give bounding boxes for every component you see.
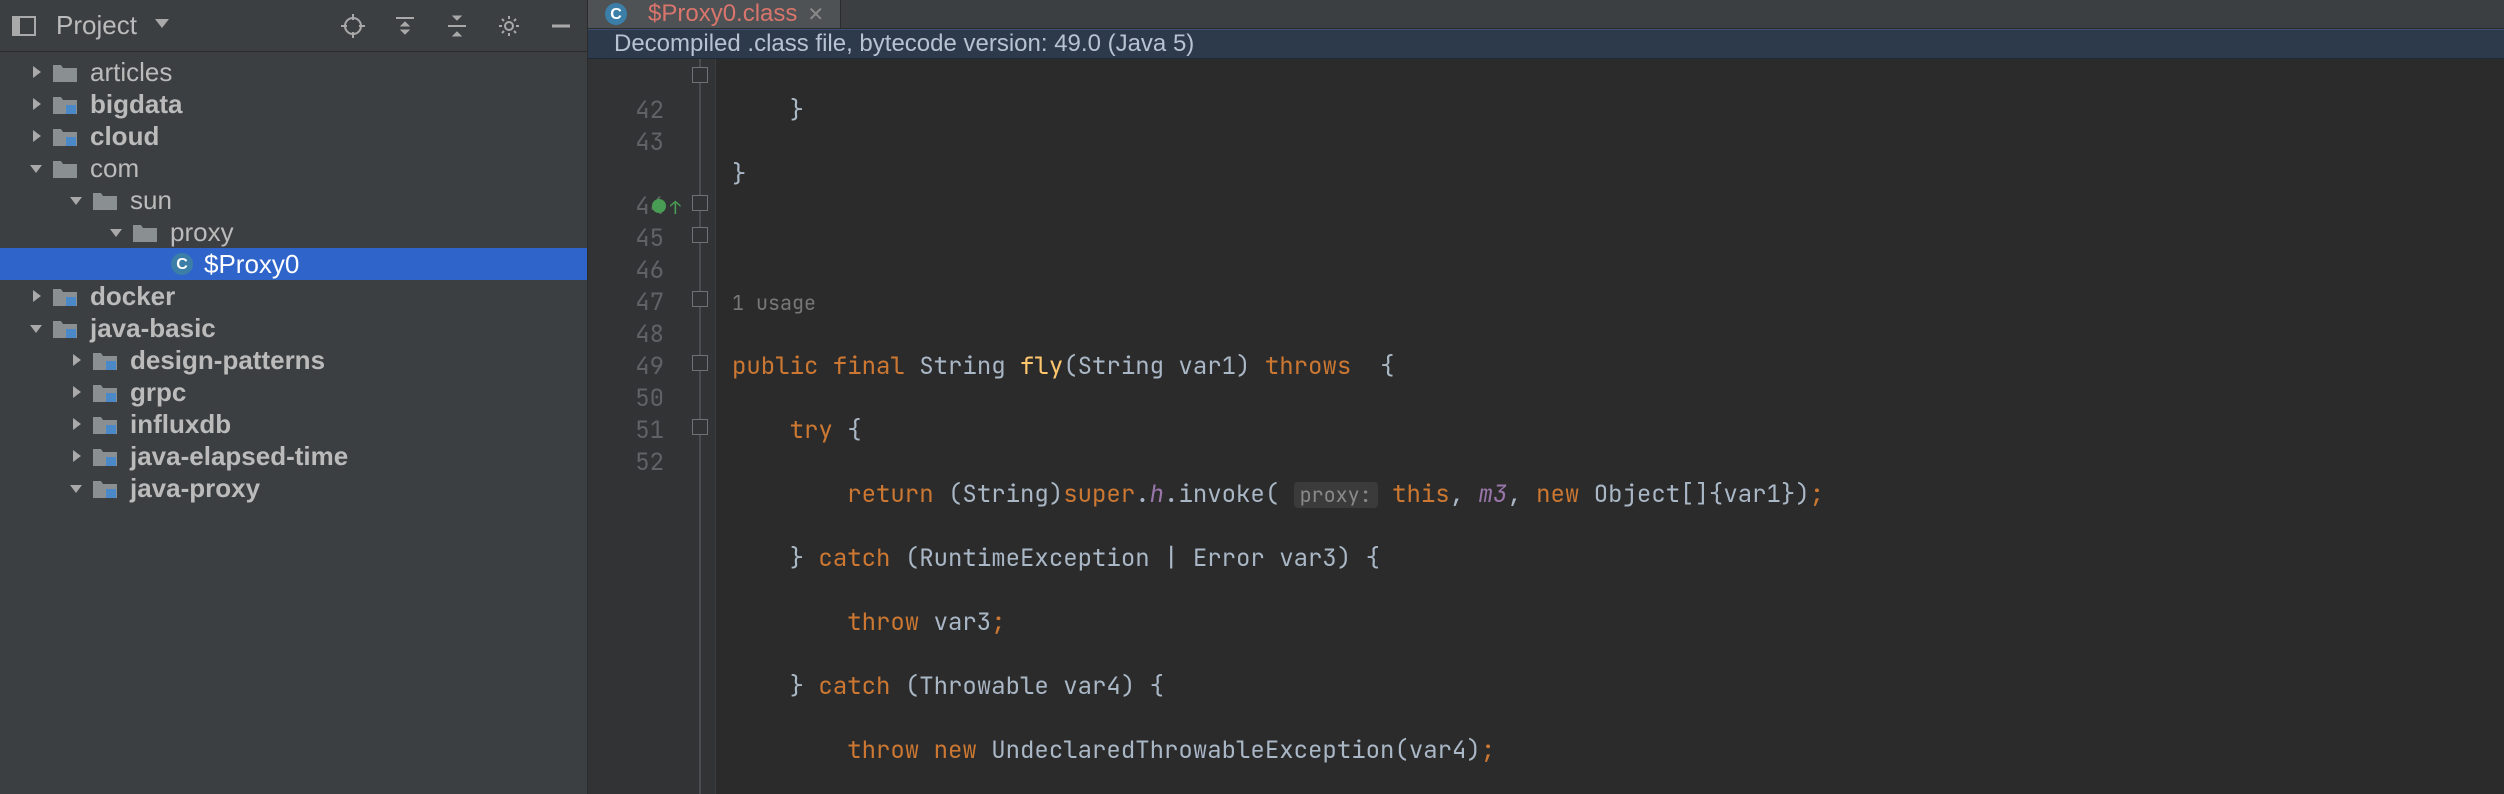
class-icon: C	[604, 2, 628, 26]
project-view-icon	[12, 16, 36, 36]
code-area: 4243 444546474849505152 } } 1 usage publi…	[588, 59, 2504, 794]
close-icon[interactable]: ✕	[807, 2, 824, 27]
tree-item-label: proxy	[170, 217, 234, 248]
chevron-right-icon[interactable]	[26, 94, 46, 114]
fold-column[interactable]	[688, 59, 716, 794]
module-folder-icon	[50, 124, 80, 148]
chevron-right-icon[interactable]	[66, 414, 86, 434]
module-folder-icon	[90, 380, 120, 404]
gutter-line[interactable]: 51	[588, 415, 664, 447]
ide-root: Project a	[0, 0, 2504, 794]
chevron-right-icon[interactable]	[26, 286, 46, 306]
tree-item[interactable]: docker	[0, 280, 587, 312]
tree-item[interactable]: sun	[0, 184, 587, 216]
tree-item[interactable]: java-proxy	[0, 472, 587, 504]
chevron-down-icon[interactable]	[26, 318, 46, 338]
chevron-right-icon[interactable]	[26, 126, 46, 146]
project-tree[interactable]: articlesbigdatacloudcomsunproxy C $Proxy0 d…	[0, 52, 587, 504]
tree-item-label: articles	[90, 57, 172, 88]
gutter-line[interactable]: 48	[588, 319, 664, 351]
minimize-icon[interactable]	[547, 12, 575, 40]
chevron-down-icon[interactable]	[66, 478, 86, 498]
tree-item-label: java-elapsed-time	[130, 441, 348, 472]
module-folder-icon	[50, 316, 80, 340]
project-title: Project	[56, 10, 137, 41]
editor-pane: C $Proxy0.class ✕ Decompiled .class file…	[588, 0, 2504, 794]
project-header-actions	[339, 12, 575, 40]
folder-icon	[50, 156, 80, 180]
tree-item-label: java-proxy	[130, 473, 260, 504]
chevron-right-icon[interactable]	[66, 350, 86, 370]
gutter-line[interactable]: 49	[588, 351, 664, 383]
gutter-line[interactable]: 47	[588, 287, 664, 319]
project-sidebar: Project a	[0, 0, 588, 794]
tree-item[interactable]: influxdb	[0, 408, 587, 440]
tree-item-label: bigdata	[90, 89, 182, 120]
gutter-line[interactable]: 50	[588, 383, 664, 415]
decompile-banner: Decompiled .class file, bytecode version…	[588, 29, 2504, 59]
chevron-right-icon[interactable]	[66, 382, 86, 402]
gear-icon[interactable]	[495, 12, 523, 40]
tree-item-label: docker	[90, 281, 175, 312]
tree-item-label: java-basic	[90, 313, 216, 344]
tree-item-label: design-patterns	[130, 345, 325, 376]
editor-tab[interactable]: C $Proxy0.class ✕	[588, 0, 841, 28]
tree-item[interactable]: design-patterns	[0, 344, 587, 376]
module-folder-icon	[90, 476, 120, 500]
svg-text:C: C	[176, 256, 188, 273]
tree-item[interactable]: articles	[0, 56, 587, 88]
gutter-line[interactable]: 44	[588, 191, 664, 223]
gutter-line[interactable]: 52	[588, 447, 664, 479]
tree-item[interactable]: com	[0, 152, 587, 184]
tree-item-label: influxdb	[130, 409, 231, 440]
tree-item[interactable]: grpc	[0, 376, 587, 408]
tree-item-label: $Proxy0	[204, 249, 299, 280]
expand-all-icon[interactable]	[391, 12, 419, 40]
tree-item[interactable]: bigdata	[0, 88, 587, 120]
class-icon: C	[170, 252, 194, 276]
module-folder-icon	[90, 348, 120, 372]
gutter-line[interactable]	[588, 159, 664, 191]
gutter-line[interactable]: 45	[588, 223, 664, 255]
gutter-line[interactable]	[588, 63, 664, 95]
chevron-down-icon[interactable]	[106, 222, 126, 242]
editor-tabbar: C $Proxy0.class ✕	[588, 0, 2504, 29]
project-header: Project	[0, 0, 587, 52]
no-twistie	[146, 254, 166, 274]
module-folder-icon	[50, 92, 80, 116]
chevron-down-icon	[155, 19, 169, 33]
chevron-down-icon[interactable]	[26, 158, 46, 178]
folder-icon	[130, 220, 160, 244]
code-text[interactable]: } } 1 usage public final String fly(Stri…	[716, 59, 2504, 794]
tree-item[interactable]: proxy	[0, 216, 587, 248]
gutter-line[interactable]: 46	[588, 255, 664, 287]
tree-item-label: com	[90, 153, 139, 184]
gutter-line[interactable]: 43	[588, 127, 664, 159]
svg-text:C: C	[610, 6, 622, 23]
tree-item-label: sun	[130, 185, 172, 216]
gutter-line[interactable]: 42	[588, 95, 664, 127]
tree-item[interactable]: cloud	[0, 120, 587, 152]
tree-item[interactable]: C $Proxy0	[0, 248, 587, 280]
folder-icon	[90, 188, 120, 212]
banner-text: Decompiled .class file, bytecode version…	[614, 30, 1194, 58]
gutter[interactable]: 4243 444546474849505152	[588, 59, 688, 794]
tab-label: $Proxy0.class	[648, 0, 797, 28]
module-folder-icon	[90, 444, 120, 468]
tree-item[interactable]: java-basic	[0, 312, 587, 344]
target-icon[interactable]	[339, 12, 367, 40]
chevron-right-icon[interactable]	[66, 446, 86, 466]
tree-item-label: grpc	[130, 377, 186, 408]
chevron-down-icon[interactable]	[66, 190, 86, 210]
tree-item[interactable]: java-elapsed-time	[0, 440, 587, 472]
module-folder-icon	[50, 284, 80, 308]
tree-item-label: cloud	[90, 121, 159, 152]
collapse-all-icon[interactable]	[443, 12, 471, 40]
module-folder-icon	[90, 412, 120, 436]
folder-icon	[50, 60, 80, 84]
override-marker-icon[interactable]	[652, 199, 666, 213]
chevron-right-icon[interactable]	[26, 62, 46, 82]
project-title-wrap[interactable]: Project	[12, 10, 169, 41]
usage-hint: 1 usage	[732, 290, 816, 316]
